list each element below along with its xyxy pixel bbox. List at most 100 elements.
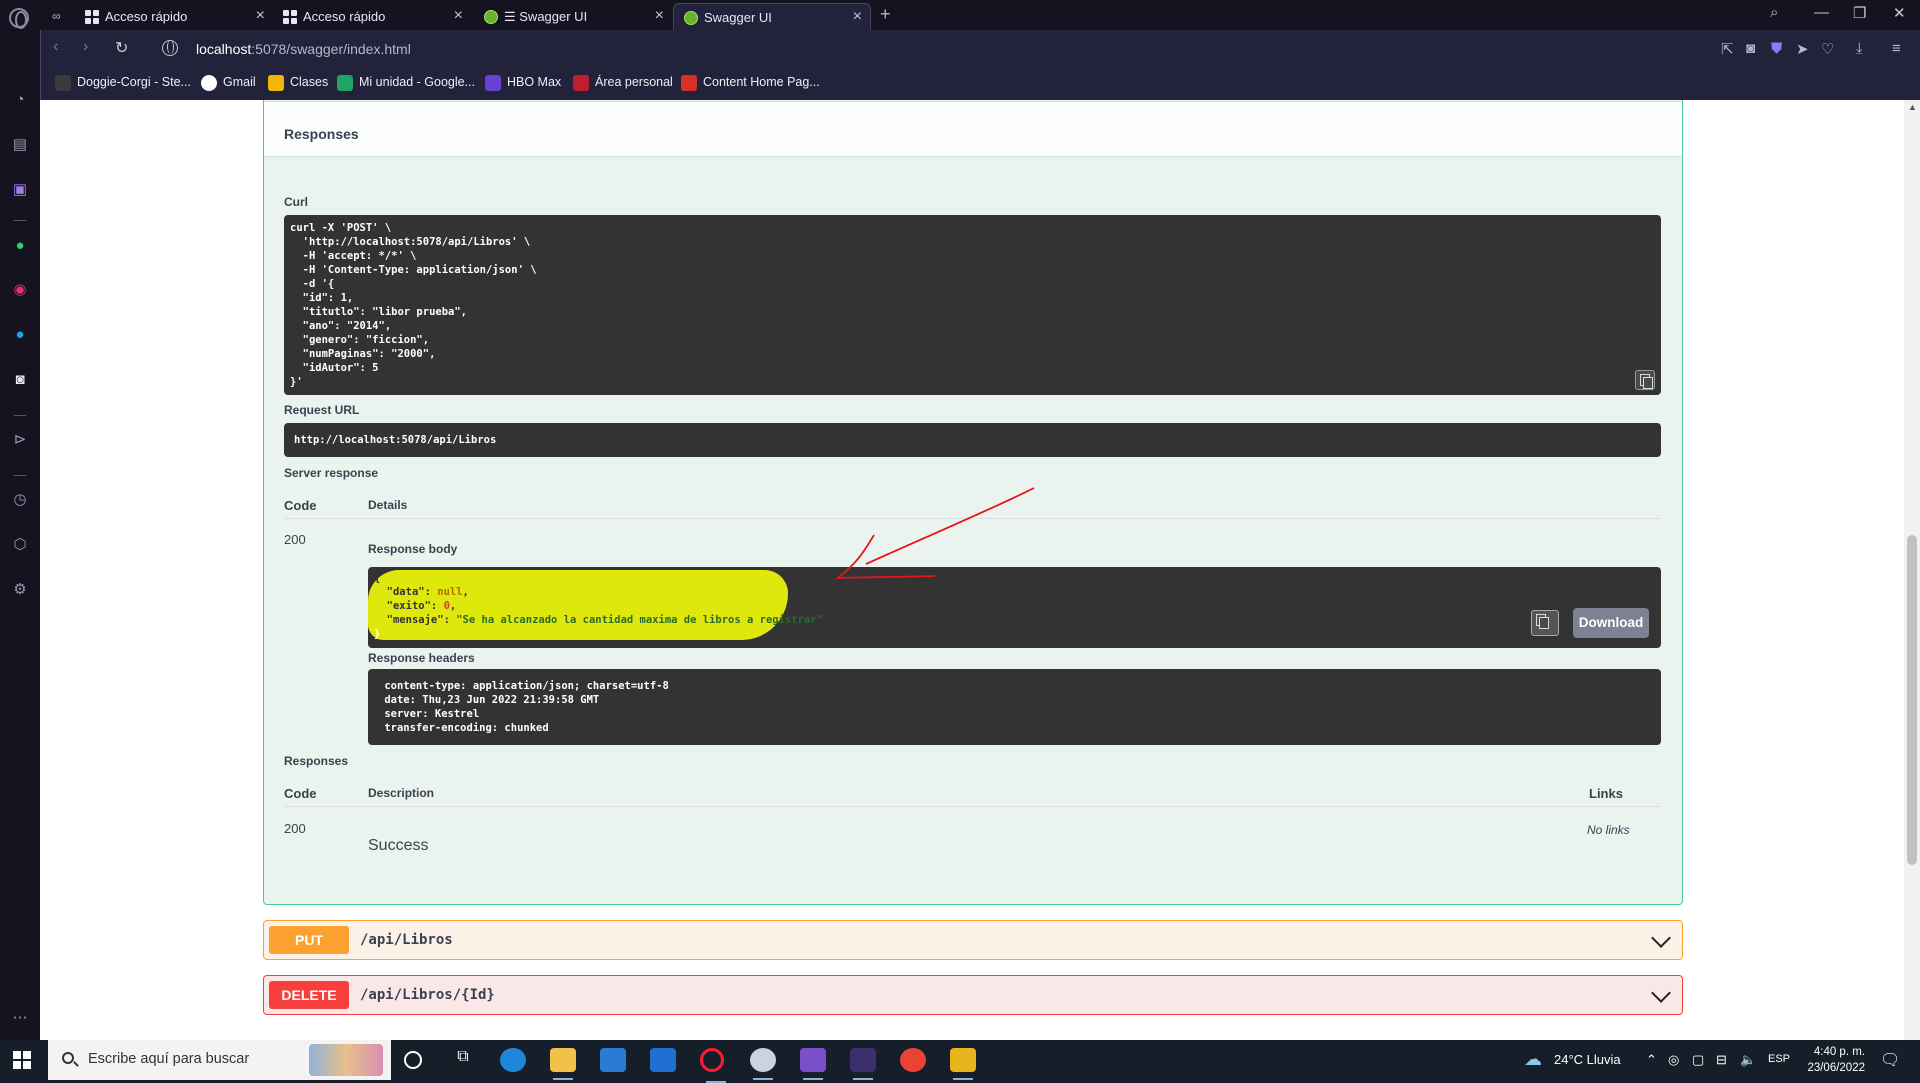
scrollbar-thumb[interactable] xyxy=(1907,535,1917,865)
workspace-icon[interactable]: ▤ xyxy=(10,135,30,155)
bookmark-mi-unidad[interactable]: Mi unidad - Google... xyxy=(337,75,475,91)
extensions-icon[interactable]: ⬡ xyxy=(10,535,30,555)
json-key: "data" xyxy=(386,586,425,598)
network-icon[interactable]: ⊟ xyxy=(1716,1052,1727,1068)
close-icon[interactable]: × xyxy=(454,7,463,25)
steam-icon[interactable] xyxy=(750,1048,776,1080)
taskbar-search-box[interactable]: Escribe aquí para buscar xyxy=(48,1040,391,1080)
cortana-icon[interactable] xyxy=(404,1051,422,1069)
clock-date: 23/06/2022 xyxy=(1807,1062,1865,1074)
more-options-icon[interactable]: ⋯ xyxy=(10,1008,30,1028)
weather-icon[interactable]: ☁ xyxy=(1524,1049,1542,1070)
tab-swagger-ui-1[interactable]: ☰ Swagger UI × xyxy=(474,3,672,30)
red-arrow-annotation xyxy=(835,487,1035,579)
bookmark-doggie-corgi[interactable]: Doggie-Corgi - Ste... xyxy=(55,75,191,91)
opera-icon[interactable] xyxy=(700,1048,726,1083)
notifications-icon[interactable]: 🗨 xyxy=(1880,1050,1900,1070)
bookmark-area-personal[interactable]: Área personal xyxy=(573,75,673,91)
bookmark-hbo-max[interactable]: HBO Max xyxy=(485,75,561,91)
minimize-button[interactable]: — xyxy=(1814,4,1829,21)
curl-code-block[interactable]: curl -X 'POST' \ 'http://localhost:5078/… xyxy=(284,215,1661,395)
tab-label: Acceso rápido xyxy=(303,9,386,24)
request-url-block[interactable]: http://localhost:5078/api/Libros xyxy=(284,423,1661,457)
chevron-down-icon[interactable] xyxy=(1651,983,1671,1003)
new-tab-button[interactable]: + xyxy=(880,4,891,25)
task-view-icon[interactable]: ⧉ xyxy=(450,1048,476,1072)
opera-logo-icon[interactable] xyxy=(9,8,29,29)
download-button[interactable]: Download xyxy=(1573,608,1649,638)
reload-button[interactable]: ↻ xyxy=(115,38,128,58)
search-tabs-icon[interactable]: ⌕ xyxy=(1770,4,1778,21)
json-null: null xyxy=(437,586,463,598)
url-field[interactable]: localhost:5078/swagger/index.html xyxy=(196,41,411,57)
share-icon[interactable]: ⇱ xyxy=(1721,40,1734,58)
visual-studio-icon[interactable] xyxy=(800,1048,826,1080)
close-icon[interactable]: × xyxy=(655,7,664,25)
globe-icon[interactable] xyxy=(162,40,178,56)
send-icon[interactable]: ➤ xyxy=(1796,40,1809,58)
delete-operation-block[interactable]: DELETE /api/Libros/{Id} xyxy=(263,975,1683,1015)
tab-label: Acceso rápido xyxy=(105,9,188,24)
windows-start-icon[interactable] xyxy=(13,1051,31,1069)
settings-gear-icon[interactable]: ⚙ xyxy=(10,580,30,600)
instagram-icon[interactable]: ◉ xyxy=(10,280,30,300)
hbo-icon xyxy=(485,75,501,91)
download-icon[interactable]: ⤓ xyxy=(1856,40,1863,57)
response-headers-block[interactable]: content-type: application/json; charset=… xyxy=(368,669,1661,745)
history-icon[interactable]: ◷ xyxy=(10,490,30,510)
close-icon[interactable]: × xyxy=(853,8,862,26)
json-key: "exito" xyxy=(386,600,431,612)
discord-icon[interactable]: ◙ xyxy=(10,370,30,390)
player-icon[interactable]: ⊳ xyxy=(10,430,30,450)
system-clock[interactable]: 4:40 p. m. 23/06/2022 xyxy=(1807,1044,1865,1076)
terminal-icon[interactable] xyxy=(850,1048,876,1080)
forward-button[interactable]: › xyxy=(83,38,88,56)
bookmark-gmail[interactable]: Gmail xyxy=(201,75,256,91)
edge-icon[interactable] xyxy=(500,1048,526,1072)
volume-icon[interactable]: 🔈 xyxy=(1740,1052,1756,1068)
twitch-icon[interactable]: ▣ xyxy=(10,180,30,200)
json-number: 0 xyxy=(443,600,450,612)
tab-acceso-rapido-1[interactable]: Acceso rápido × xyxy=(75,3,273,30)
whatsapp-icon[interactable]: ● xyxy=(10,236,30,256)
app-icon[interactable] xyxy=(950,1048,976,1080)
code-column-header: Code xyxy=(284,498,317,513)
chrome-icon[interactable] xyxy=(900,1048,926,1072)
back-button[interactable]: ‹ xyxy=(53,38,58,56)
vpn-shield-icon[interactable]: ⛊ xyxy=(1771,40,1782,57)
weather-text[interactable]: 24°C Lluvia xyxy=(1554,1052,1621,1067)
mail-icon[interactable] xyxy=(650,1048,676,1072)
json-key: "mensaje" xyxy=(386,614,444,626)
close-window-button[interactable]: ✕ xyxy=(1893,4,1906,22)
chevron-down-icon[interactable] xyxy=(1651,928,1671,948)
restore-button[interactable]: ❐ xyxy=(1853,4,1866,22)
sidebar-divider xyxy=(14,220,26,221)
language-indicator[interactable]: ESP xyxy=(1768,1053,1790,1065)
scroll-up-arrow-icon[interactable]: ▲ xyxy=(1908,102,1917,112)
response-headers: content-type: application/json; charset=… xyxy=(384,680,669,734)
store-icon[interactable] xyxy=(600,1048,626,1072)
bookmark-clases[interactable]: Clases xyxy=(268,75,328,91)
bookmarks-bar: Doggie-Corgi - Ste... Gmail Clases Mi un… xyxy=(40,68,1920,100)
file-explorer-icon[interactable] xyxy=(550,1048,576,1080)
tray-app-icon[interactable]: ◎ xyxy=(1668,1052,1679,1068)
bookmark-content-home[interactable]: Content Home Pag... xyxy=(681,75,820,91)
details-column-header: Details xyxy=(368,498,408,512)
heart-icon[interactable]: ♡ xyxy=(1821,40,1834,58)
delete-method-badge: DELETE xyxy=(269,981,349,1009)
table-divider xyxy=(284,806,1661,807)
menu-icon[interactable]: ≡ xyxy=(1892,40,1901,57)
put-operation-block[interactable]: PUT /api/Libros xyxy=(263,920,1683,960)
workspaces-icon[interactable]: ∞ xyxy=(52,9,61,23)
tab-swagger-ui-active[interactable]: Swagger UI × xyxy=(673,3,871,30)
camera-icon[interactable]: ◙ xyxy=(1746,40,1755,57)
copy-response-button[interactable] xyxy=(1531,610,1559,636)
copy-curl-button[interactable] xyxy=(1635,370,1655,390)
twitter-icon[interactable]: ● xyxy=(10,325,30,345)
tray-device-icon[interactable]: ▢ xyxy=(1692,1052,1704,1068)
close-icon[interactable]: × xyxy=(256,7,265,25)
tray-overflow-icon[interactable]: ⌃ xyxy=(1646,1052,1657,1068)
tab-acceso-rapido-2[interactable]: Acceso rápido × xyxy=(273,3,471,30)
speed-dial-icon[interactable]: ◔ xyxy=(10,90,30,110)
area-personal-icon xyxy=(573,75,589,91)
